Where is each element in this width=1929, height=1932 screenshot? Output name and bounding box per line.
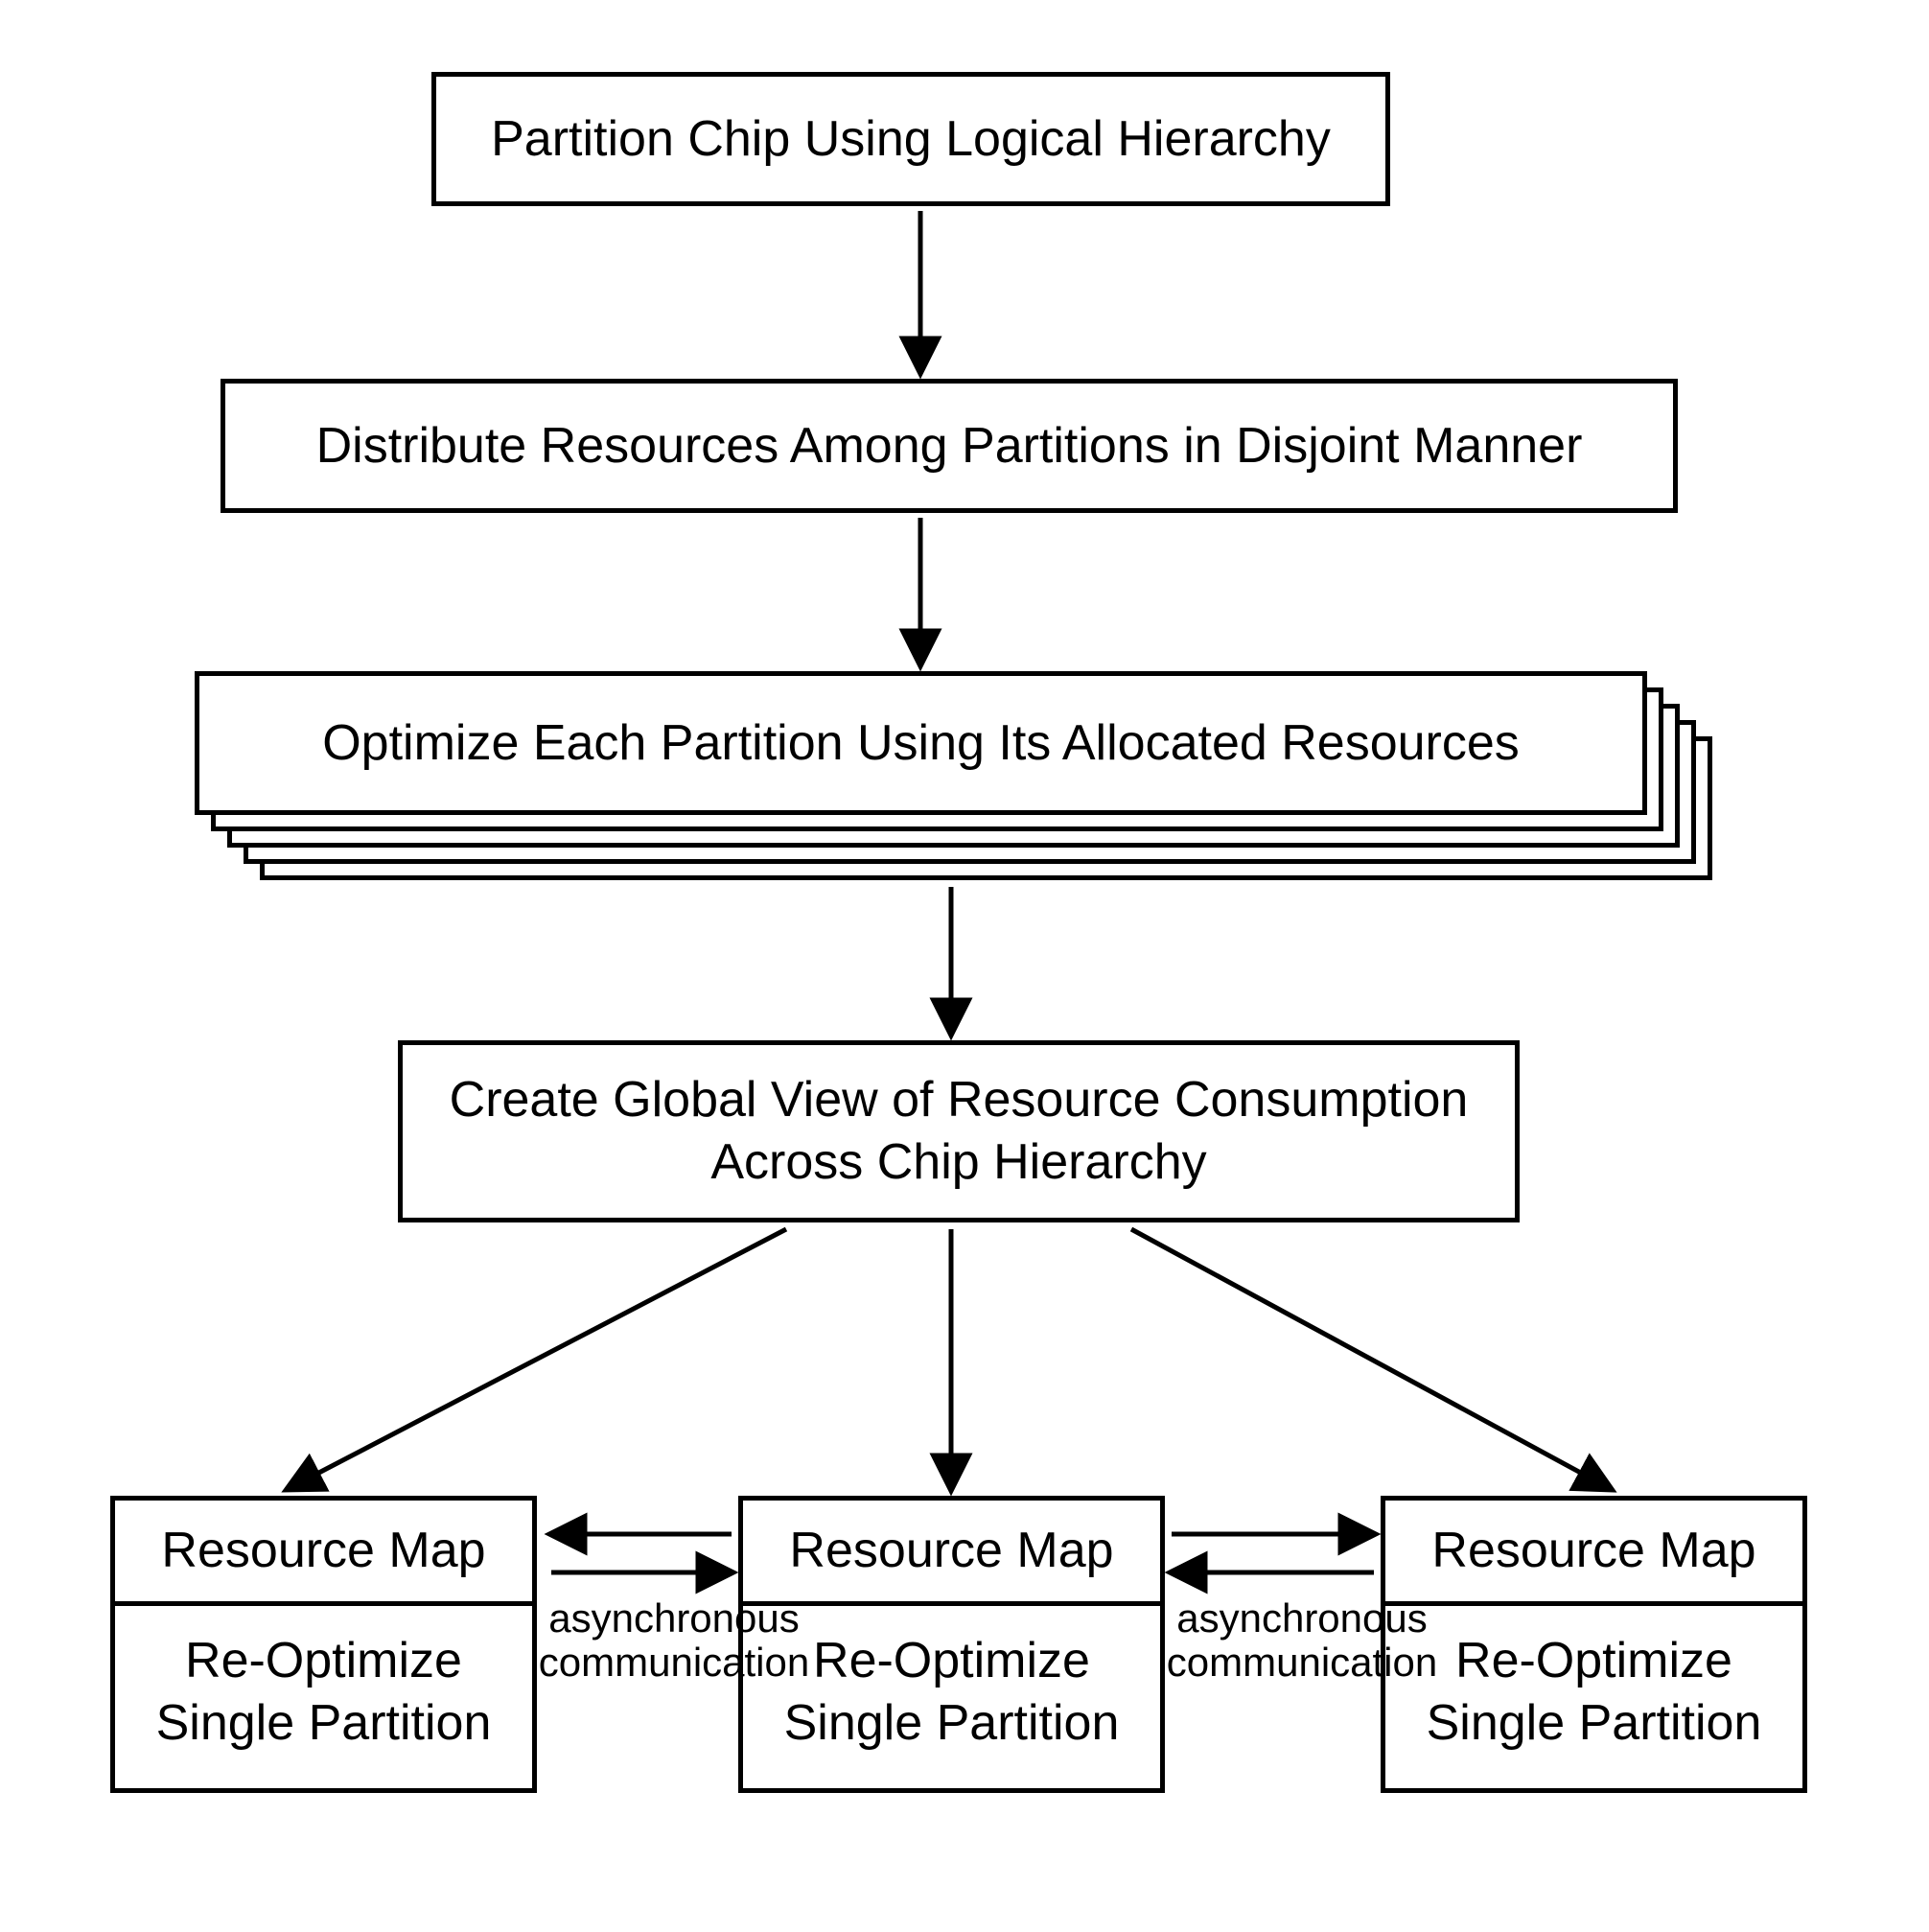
async-label-text: asynchronouscommunication: [1167, 1595, 1437, 1685]
step-global-view: Create Global View of Resource Consumpti…: [398, 1040, 1520, 1222]
partition-bottom-cell: Re-OptimizeSingle Partition: [115, 1606, 532, 1779]
partition-bottom-cell: Re-OptimizeSingle Partition: [1385, 1606, 1802, 1779]
partition-top-text: Resource Map: [161, 1520, 485, 1582]
partition-bottom-text: Re-OptimizeSingle Partition: [156, 1630, 492, 1755]
partition-top-cell: Resource Map: [1385, 1501, 1802, 1606]
async-label-text: asynchronouscommunication: [539, 1595, 809, 1685]
step-2-text: Distribute Resources Among Partitions in…: [316, 415, 1583, 477]
partition-bottom-text: Re-OptimizeSingle Partition: [1427, 1630, 1762, 1755]
partition-box-right: Resource Map Re-OptimizeSingle Partition: [1381, 1496, 1807, 1793]
partition-top-text: Resource Map: [789, 1520, 1113, 1582]
flow-diagram: Partition Chip Using Logical Hierarchy D…: [0, 0, 1929, 1932]
step-3-text: Optimize Each Partition Using Its Alloca…: [322, 712, 1520, 775]
partition-top-text: Resource Map: [1431, 1520, 1755, 1582]
async-label-left: asynchronouscommunication: [535, 1596, 813, 1685]
step-partition-chip: Partition Chip Using Logical Hierarchy: [431, 72, 1390, 206]
step-4-text: Create Global View of Resource Consumpti…: [450, 1069, 1469, 1194]
step-optimize-each-partition: Optimize Each Partition Using Its Alloca…: [195, 671, 1647, 815]
partition-top-cell: Resource Map: [115, 1501, 532, 1606]
step-distribute-resources: Distribute Resources Among Partitions in…: [221, 379, 1678, 513]
partition-bottom-text: Re-OptimizeSingle Partition: [784, 1630, 1120, 1755]
async-label-right: asynchronouscommunication: [1163, 1596, 1441, 1685]
partition-top-cell: Resource Map: [743, 1501, 1160, 1606]
partition-box-left: Resource Map Re-OptimizeSingle Partition: [110, 1496, 537, 1793]
step-1-text: Partition Chip Using Logical Hierarchy: [491, 108, 1331, 171]
